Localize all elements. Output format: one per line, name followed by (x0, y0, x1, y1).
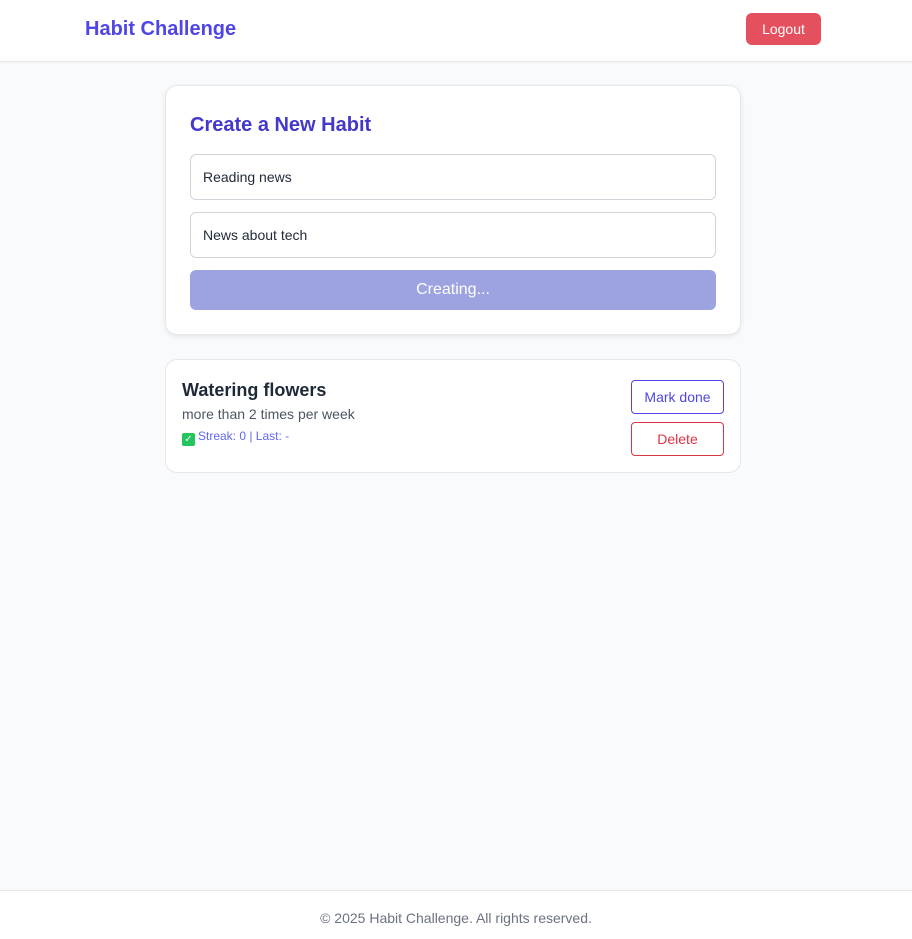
create-habit-button[interactable]: Creating... (190, 270, 716, 310)
habit-description-input[interactable] (190, 212, 716, 258)
habit-name-input[interactable] (190, 154, 716, 200)
habit-streak-text: Streak: 0 | Last: - (198, 429, 290, 443)
brand-logo[interactable]: Habit Challenge (85, 17, 236, 41)
app-header: Habit Challenge Logout (0, 0, 912, 62)
habit-name: Watering flowers (182, 380, 327, 400)
create-habit-title: Create a New Habit (190, 114, 372, 136)
page-footer: © 2025 Habit Challenge. All rights reser… (0, 890, 912, 939)
footer-copyright: © 2025 Habit Challenge. All rights reser… (320, 910, 592, 926)
delete-button[interactable]: Delete (631, 422, 724, 456)
habit-status: ✓ Streak: 0 | Last: - (182, 429, 289, 446)
mark-done-button[interactable]: Mark done (631, 380, 724, 414)
create-habit-card: Create a New Habit Creating... (165, 85, 741, 335)
habit-card: Watering flowers more than 2 times per w… (165, 359, 741, 473)
check-mark-icon: ✓ (182, 433, 195, 446)
habit-frequency: more than 2 times per week (182, 406, 355, 422)
logout-button[interactable]: Logout (746, 13, 821, 45)
